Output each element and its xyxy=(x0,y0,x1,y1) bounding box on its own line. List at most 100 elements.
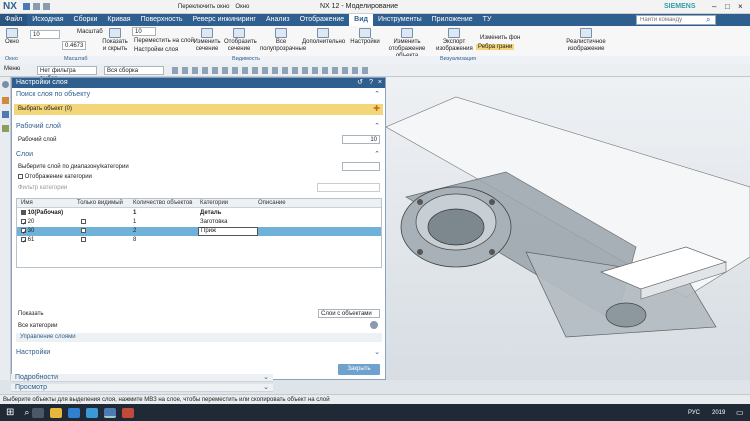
snap-tools[interactable] xyxy=(172,67,372,74)
explorer-icon[interactable] xyxy=(50,407,63,418)
layer-combo[interactable]: 10 xyxy=(30,30,60,39)
assembly-navigator-icon[interactable] xyxy=(2,97,9,104)
menu-view[interactable]: Вид xyxy=(349,14,373,26)
category-filter-input[interactable] xyxy=(317,183,380,192)
nx-taskbar-icon[interactable] xyxy=(104,407,117,418)
layer-range-input[interactable] xyxy=(342,162,380,171)
group-window: Окно xyxy=(5,56,18,62)
show-category-row[interactable]: Отображение категории xyxy=(18,174,92,180)
select-object-row[interactable]: Выбрать объект (0) ✚ xyxy=(14,104,383,115)
work-layer-section[interactable]: Рабочий слой ⌃ xyxy=(16,122,382,132)
layers-section[interactable]: Слои ⌃ xyxy=(16,150,382,160)
layer-number-field[interactable]: 10 xyxy=(132,27,156,36)
show-select[interactable]: Слои с объектами xyxy=(318,309,380,318)
visible-only-checkbox[interactable] xyxy=(81,236,86,245)
settings-button[interactable]: Настройки xyxy=(350,28,380,46)
details-panel[interactable]: Подробности ⌄ xyxy=(11,374,273,382)
task-view-icon[interactable] xyxy=(32,407,45,418)
category-edit-input[interactable]: Приж xyxy=(198,227,258,236)
col-description[interactable]: Описание xyxy=(258,199,286,208)
delete-category-icon[interactable] xyxy=(370,321,378,329)
history-icon[interactable] xyxy=(2,125,9,132)
table-row[interactable]: 10(Рабочая) 1 Деталь xyxy=(17,209,381,218)
find-layer-section[interactable]: Поиск слоя по объекту ⌃ xyxy=(16,90,382,100)
qat-save-icon[interactable] xyxy=(22,3,30,10)
browser-icon[interactable] xyxy=(68,407,81,418)
more-button[interactable]: Дополнительно xyxy=(302,28,345,46)
dialog-help-icon[interactable]: ? xyxy=(369,78,373,88)
dialog-close-icon[interactable]: × xyxy=(378,78,382,88)
face-edges-button[interactable]: Ребра грани xyxy=(476,44,515,50)
app-taskbar-icon[interactable] xyxy=(122,407,135,418)
gear-icon[interactable] xyxy=(2,81,9,88)
window-button[interactable]: Окно xyxy=(2,28,22,46)
menu-display[interactable]: Отображение xyxy=(295,14,350,26)
preview-panel[interactable]: Просмотр ⌄ xyxy=(11,384,273,392)
resource-bar xyxy=(0,77,11,380)
menu-surface[interactable]: Поверхность xyxy=(136,14,188,26)
layer-visible-checkbox[interactable]: ✓ xyxy=(21,218,27,227)
layer-settings-button[interactable]: Настройки слоя xyxy=(134,47,178,53)
table-row[interactable]: ✓ 61 8 xyxy=(17,236,381,245)
work-layer-input[interactable]: 10 xyxy=(342,135,380,144)
type-filter-select[interactable]: Нет фильтра выбор xyxy=(37,66,97,82)
menu-file[interactable]: Файл xyxy=(0,14,28,26)
work-layer-label: Рабочий слой xyxy=(18,137,57,143)
col-visible-only[interactable]: Только видимый xyxy=(77,199,123,208)
qat-undo-icon[interactable] xyxy=(32,3,40,10)
command-search-input[interactable] xyxy=(640,16,704,24)
mail-icon[interactable] xyxy=(86,407,99,418)
notifications-icon[interactable]: ▭ xyxy=(736,408,744,417)
realistic-image-button[interactable]: Реалистичное изображение xyxy=(560,28,612,53)
menu-assemblies[interactable]: Сборки xyxy=(69,14,103,26)
move-to-layer-button[interactable]: Переместить на слой xyxy=(134,38,194,44)
tray-clock[interactable]: 2019 xyxy=(712,410,725,416)
add-object-icon[interactable]: ✚ xyxy=(373,104,380,113)
menu-home[interactable]: Исходная xyxy=(27,14,68,26)
dialog-reset-icon[interactable]: ↺ xyxy=(357,78,363,88)
window-menu-button[interactable]: Окно xyxy=(235,4,249,10)
layer-management-row[interactable]: Управление слоями xyxy=(16,333,382,342)
windows-start-icon[interactable]: ⊞ xyxy=(6,407,14,418)
menu-button[interactable]: Меню xyxy=(4,66,20,72)
maximize-icon[interactable]: □ xyxy=(725,2,730,11)
menu-tu[interactable]: ТУ xyxy=(478,14,497,26)
close-button[interactable]: Закрыть xyxy=(338,364,380,375)
layer-visible-checkbox[interactable]: ✓ xyxy=(21,236,27,245)
col-object-count[interactable]: Количество объектов xyxy=(133,199,192,208)
minimize-icon[interactable]: – xyxy=(712,2,716,11)
switch-window-button[interactable]: Переключить окно xyxy=(178,4,230,10)
menu-tools[interactable]: Инструменты xyxy=(373,14,427,26)
col-categories[interactable]: Категории xyxy=(200,199,228,208)
graphics-window[interactable] xyxy=(385,77,750,380)
export-image-button[interactable]: Экспорт изображения xyxy=(436,28,473,53)
layer-visible-checkbox[interactable] xyxy=(21,209,26,215)
edit-background-button[interactable]: Изменить фон xyxy=(480,35,520,41)
all-translucent-button[interactable]: Все полупрозрачные xyxy=(260,28,306,53)
col-name[interactable]: Имя xyxy=(21,199,33,208)
menu-application[interactable]: Приложение xyxy=(427,14,478,26)
table-row[interactable]: ✓ 20 1 Заготовка xyxy=(17,218,381,227)
search-icon[interactable]: ⌕ xyxy=(706,15,710,25)
part-navigator-icon[interactable] xyxy=(2,111,9,118)
tray-lang[interactable]: РУС xyxy=(688,410,700,416)
visible-only-checkbox[interactable] xyxy=(81,227,86,236)
settings-section[interactable]: Настройки ⌄ xyxy=(16,348,382,358)
edit-section-button[interactable]: Изменить сечение xyxy=(192,28,222,53)
layer-visible-checkbox[interactable]: ✓ xyxy=(21,227,27,236)
show-category-checkbox[interactable] xyxy=(18,174,23,179)
menu-reverse-engineering[interactable]: Реверс инжиниринг xyxy=(187,14,261,26)
show-section-button[interactable]: Отобразить сечение xyxy=(224,28,257,53)
visible-only-checkbox[interactable] xyxy=(81,218,86,227)
scale-button[interactable]: Масштаб xyxy=(77,29,103,35)
qat-redo-icon[interactable] xyxy=(42,3,50,10)
close-icon[interactable]: × xyxy=(738,2,743,11)
menu-analysis[interactable]: Анализ xyxy=(261,14,295,26)
menu-curve[interactable]: Кривая xyxy=(102,14,135,26)
taskbar-search-icon[interactable]: ⌕ xyxy=(24,407,29,418)
realistic-image-icon xyxy=(580,28,592,38)
table-row-selected[interactable]: ✓ 30 2 Приж xyxy=(17,227,381,236)
scale-field[interactable]: 0.4673 xyxy=(62,41,86,50)
show-hide-button[interactable]: Показать и скрыть xyxy=(100,28,130,53)
assembly-scope-select[interactable]: Вся сборка xyxy=(104,66,164,75)
